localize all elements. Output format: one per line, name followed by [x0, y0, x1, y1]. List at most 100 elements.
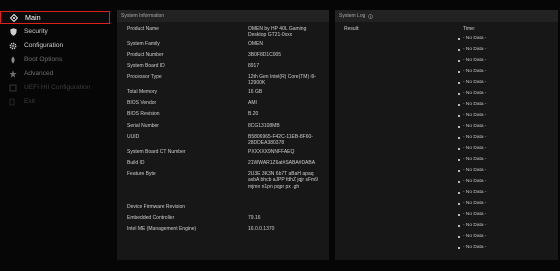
bullet-icon	[458, 225, 460, 227]
info-value: 21WWAR1Z6at#SABA#DABA	[248, 160, 316, 166]
info-label: Feature Byte	[127, 171, 156, 177]
info-label: Processor Type	[127, 74, 162, 80]
log-entry: - No Data -	[463, 146, 487, 151]
log-entry: - No Data -	[463, 36, 487, 41]
bullet-icon	[458, 181, 460, 183]
bullet-icon	[458, 71, 460, 73]
log-entry: - No Data -	[463, 157, 487, 162]
info-label: UUID	[127, 134, 140, 140]
gear-icon	[8, 42, 18, 50]
log-entry: - No Data -	[463, 168, 487, 173]
system-log-panel: System Log Result: Time: - No Data - - No…	[335, 10, 558, 260]
info-label: System Board ID	[127, 63, 165, 69]
sidebar-item-configuration[interactable]: Configuration	[0, 39, 110, 52]
info-label: System Board CT Number	[127, 149, 186, 155]
sidebar-item-label: Advanced	[24, 70, 54, 77]
log-entry: - No Data -	[463, 135, 487, 140]
sidebar-item-advanced[interactable]: Advanced	[0, 67, 110, 80]
sidebar-item-label: Security	[24, 28, 48, 35]
sidebar-item-label: Boot Options	[24, 56, 63, 63]
info-value: 79.16	[248, 215, 261, 221]
log-entry: - No Data -	[463, 47, 487, 52]
log-entry: - No Data -	[463, 69, 487, 74]
info-label: BIOS Vendor	[127, 100, 157, 106]
bullet-icon	[458, 214, 460, 216]
info-label: Product Name	[127, 26, 159, 32]
bullet-icon	[458, 38, 460, 40]
log-entry: - No Data -	[463, 124, 487, 129]
rocket-icon	[8, 55, 18, 64]
log-entry: - No Data -	[463, 234, 487, 239]
bullet-icon	[458, 203, 460, 205]
log-entry: - No Data -	[463, 113, 487, 118]
panel-title: System Information	[117, 10, 329, 22]
bullet-icon	[458, 192, 460, 194]
bullet-icon	[458, 170, 460, 172]
bullet-icon	[458, 148, 460, 150]
result-label: Result:	[344, 26, 360, 32]
sidebar-item-label: UEFI HII Configuration	[24, 84, 91, 91]
info-value: B.20	[248, 111, 259, 117]
panel-title: System Log	[339, 13, 366, 19]
info-label: Intel ME (Management Engine)	[127, 226, 197, 232]
info-label: Total Memory	[127, 89, 158, 95]
star-icon	[8, 69, 18, 78]
bullet-icon	[458, 159, 460, 161]
bullet-icon	[458, 247, 460, 249]
sidebar-item-exit[interactable]: Exit	[0, 95, 110, 108]
log-entry: - No Data -	[463, 245, 487, 250]
sliders-icon	[8, 84, 18, 92]
panel-header: System Log	[335, 10, 558, 22]
sidebar-item-security[interactable]: Security	[0, 25, 110, 38]
info-value: 12th Gen Intel(R) Core(TM) i9-12900K	[248, 74, 317, 87]
sidebar-item-label: Configuration	[24, 42, 64, 49]
bullet-icon	[458, 137, 460, 139]
info-value: 8917	[248, 63, 260, 69]
log-entry: - No Data -	[463, 80, 487, 85]
log-entry: - No Data -	[463, 212, 487, 217]
log-entry: - No Data -	[463, 201, 487, 206]
system-information-panel: System Information Product Name OMEN by …	[117, 10, 329, 260]
bullet-icon	[458, 126, 460, 128]
info-label: System Family	[127, 41, 160, 47]
info-label: Build ID	[127, 160, 145, 166]
info-icon[interactable]	[368, 13, 374, 19]
sidebar-item-main[interactable]: Main	[0, 11, 110, 24]
log-entry: - No Data -	[463, 223, 487, 228]
info-value: 8CG13108MB	[248, 123, 280, 129]
sidebar-item-label: Main	[25, 13, 41, 22]
sidebar-item-uefi-hii-configuration[interactable]: UEFI HII Configuration	[0, 81, 110, 94]
info-value: 16.0.0.1370	[248, 226, 275, 232]
bios-screen: Main Security Configuration Boot Options…	[0, 0, 560, 271]
bullet-icon	[458, 49, 460, 51]
exit-icon	[8, 98, 18, 106]
info-label: Device Firmware Revision	[127, 204, 186, 210]
bullet-icon	[458, 115, 460, 117]
shield-icon	[8, 27, 18, 36]
info-value: OMEN	[248, 41, 263, 47]
sidebar-item-boot-options[interactable]: Boot Options	[0, 53, 110, 66]
bullet-icon	[458, 236, 460, 238]
bullet-icon	[458, 82, 460, 84]
info-label: BIOS Revision	[127, 111, 160, 117]
info-value: B5806965-F42C-11EB-8F60-28DDEA380378	[248, 134, 313, 147]
info-value: OMEN by HP 40L Gaming Desktop GT21-0xxx	[248, 26, 307, 39]
bullet-icon	[458, 104, 460, 106]
bullet-icon	[458, 60, 460, 62]
info-value: 16 GB	[248, 89, 263, 95]
info-value: 3B0F8D1C005	[248, 52, 282, 58]
log-entry: - No Data -	[463, 58, 487, 63]
info-label: Product Number	[127, 52, 164, 58]
sidebar-item-label: Exit	[24, 98, 35, 105]
sliders-icon	[9, 13, 19, 22]
bullet-icon	[458, 93, 460, 95]
info-label: Serial Number	[127, 123, 159, 129]
log-entry: - No Data -	[463, 102, 487, 107]
log-entry: - No Data -	[463, 190, 487, 195]
sidebar: Main Security Configuration Boot Options…	[0, 0, 112, 271]
log-entry: - No Data -	[463, 179, 487, 184]
info-value: AMI	[248, 100, 257, 106]
time-label: Time:	[463, 26, 476, 32]
info-value: 2U3E 3K3N 6b7T aBaH apaq asbA bhcb aJPP …	[248, 171, 318, 190]
info-label: Embedded Controller	[127, 215, 175, 221]
